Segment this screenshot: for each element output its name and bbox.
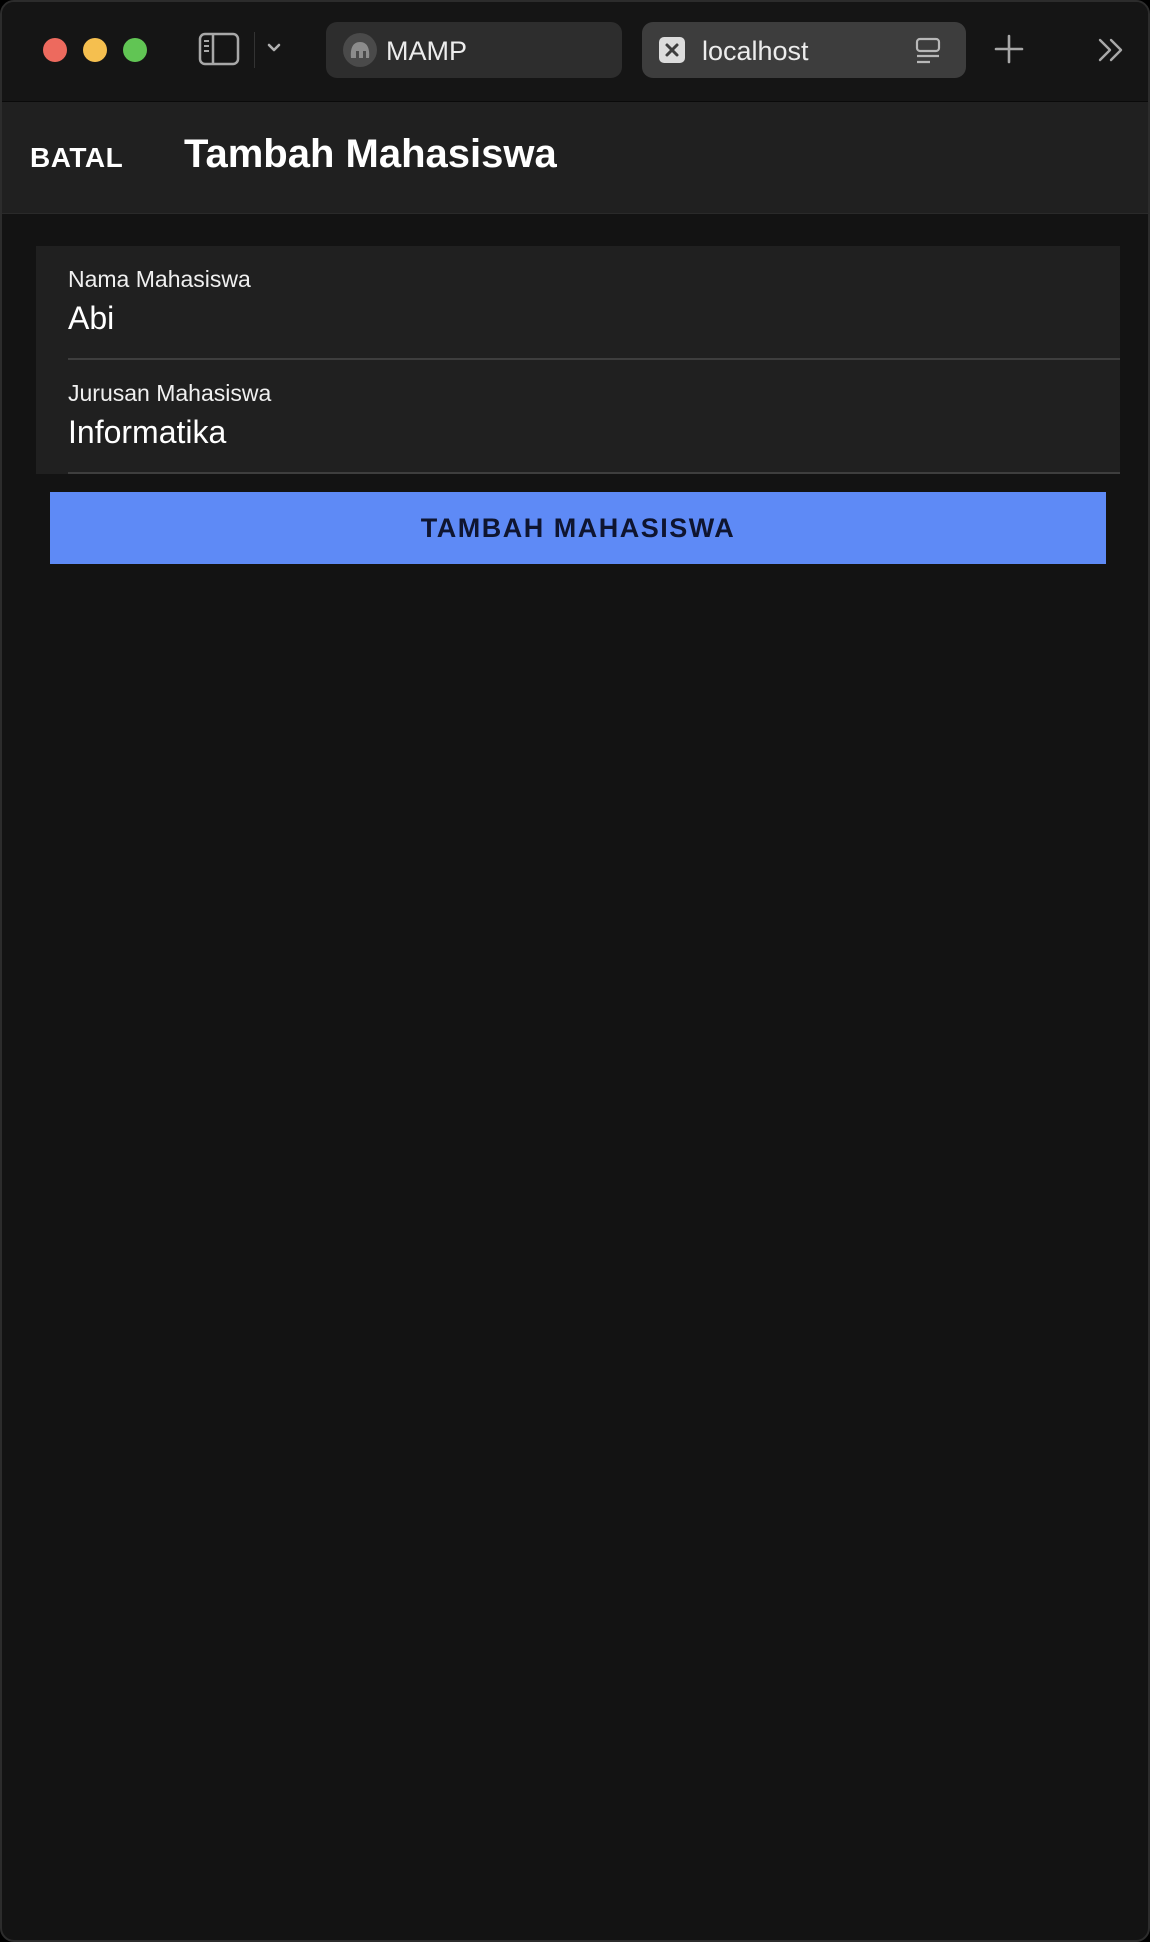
minimize-window-button[interactable]: [83, 38, 107, 62]
toolbar-divider: [254, 32, 255, 68]
student-major-label: Jurusan Mahasiswa: [68, 380, 272, 406]
student-major-field[interactable]: Jurusan Mahasiswa Informatika: [36, 360, 1120, 474]
close-window-button[interactable]: [43, 38, 67, 62]
student-form: Nama Mahasiswa Abi Jurusan Mahasiswa Inf…: [36, 246, 1120, 474]
sidebar-toggle-icon[interactable]: [198, 31, 240, 67]
cancel-button[interactable]: BATAL: [30, 142, 123, 174]
app-toolbar: BATAL Tambah Mahasiswa: [2, 102, 1148, 214]
browser-window: MAMP localhost BATAL Tambah Mahasiswa Na…: [0, 0, 1150, 1942]
tab-label-mamp: MAMP: [386, 36, 467, 66]
student-name-field[interactable]: Nama Mahasiswa Abi: [36, 246, 1120, 360]
plus-icon[interactable]: [992, 32, 1026, 66]
student-name-input[interactable]: Abi: [68, 300, 114, 337]
zoom-window-button[interactable]: [123, 38, 147, 62]
tab-localhost[interactable]: localhost: [642, 22, 966, 78]
add-student-button[interactable]: TAMBAH MAHASISWA: [50, 492, 1106, 564]
reader-view-icon[interactable]: [914, 36, 944, 66]
tab-label-localhost: localhost: [702, 36, 809, 66]
page-title: Tambah Mahasiswa: [184, 132, 557, 176]
browser-titlebar: MAMP localhost: [2, 2, 1148, 102]
student-name-label: Nama Mahasiswa: [68, 266, 251, 292]
field-underline: [68, 472, 1120, 474]
close-icon[interactable]: [659, 37, 685, 63]
chevron-down-icon[interactable]: [264, 38, 284, 58]
student-major-input[interactable]: Informatika: [68, 414, 226, 451]
mamp-elephant-icon: [343, 33, 377, 67]
tab-mamp[interactable]: MAMP: [326, 22, 622, 78]
chevron-double-right-icon[interactable]: [1096, 36, 1126, 64]
